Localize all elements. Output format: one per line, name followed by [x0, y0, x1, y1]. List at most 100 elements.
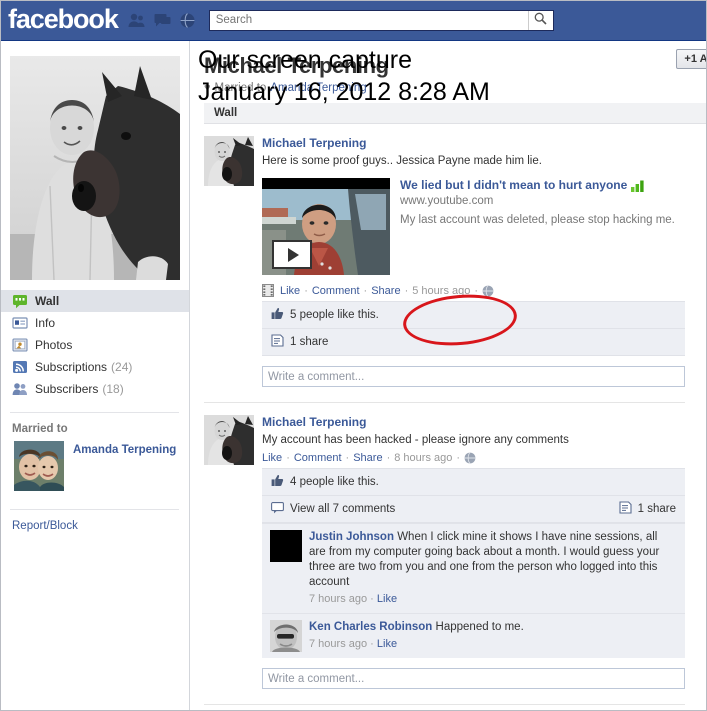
sidebar-item-label: Photos — [35, 338, 73, 352]
post-divider — [204, 704, 685, 705]
attachment-info: We lied but I didn't mean to hurt anyone — [400, 178, 685, 275]
post-meta-row: Like · Comment · Share · 5 hours ago · — [262, 284, 685, 301]
rss-icon — [13, 361, 27, 373]
comment-meta: 7 hours ago · Like — [309, 592, 677, 607]
search-button[interactable] — [527, 10, 553, 30]
sidebar-item-label: Info — [35, 316, 56, 330]
info-card-icon — [12, 317, 28, 329]
post-shares-text: 1 share — [637, 503, 676, 515]
attachment-title-text: We lied but I didn't mean to hurt anyone — [400, 178, 628, 192]
globe-privacy-icon[interactable] — [482, 284, 494, 297]
heart-icon: ♥ — [204, 82, 211, 94]
profile-photo[interactable] — [9, 56, 180, 280]
notifications-globe-icon[interactable] — [180, 12, 195, 28]
post-like-link[interactable]: Like — [280, 285, 300, 297]
top-nav-icon-group — [128, 12, 195, 28]
attachment-description: My last account was deleted, please stop… — [400, 214, 675, 226]
relationship-entry[interactable]: Amanda Terpening — [0, 441, 189, 491]
comment-input[interactable]: Write a comment... — [262, 366, 685, 387]
play-icon — [288, 247, 299, 262]
add-friend-button[interactable]: +1 Add — [676, 49, 707, 69]
post-likes-text: 5 people like this. — [290, 309, 379, 321]
sidebar-item-info[interactable]: Info — [0, 312, 189, 334]
post-comment-link[interactable]: Comment — [312, 285, 360, 297]
page-title: Michael Terpening — [204, 53, 389, 78]
post-author-avatar[interactable] — [204, 136, 254, 186]
friend-requests-icon[interactable] — [128, 13, 145, 28]
comment-like-link[interactable]: Like — [377, 638, 397, 650]
post-author-avatar[interactable] — [204, 415, 254, 465]
relationship-name[interactable]: Amanda Terpening — [73, 441, 176, 457]
attachment-title[interactable]: We lied but I didn't mean to hurt anyone — [400, 178, 685, 193]
left-sidebar: Wall Info Photos Subscriptions (24) Subs… — [0, 41, 190, 711]
comment-author-name[interactable]: Justin Johnson — [309, 531, 394, 543]
play-button[interactable] — [272, 240, 312, 269]
facebook-logo[interactable]: facebook — [8, 5, 119, 33]
messages-icon[interactable] — [154, 13, 171, 28]
sidebar-item-subscribers[interactable]: Subscribers (18) — [0, 378, 189, 400]
video-thumbnail[interactable] — [262, 178, 390, 275]
comment-meta: 7 hours ago · Like — [309, 637, 677, 652]
comment-item: Justin Johnson When I click mine it show… — [262, 523, 685, 613]
relationship-partner-link[interactable]: Amanda Terpening — [270, 82, 366, 94]
post-shares-group[interactable]: 1 share — [619, 501, 676, 517]
post-likes-bar[interactable]: 5 people like this. — [262, 301, 685, 329]
comment-input[interactable]: Write a comment... — [262, 668, 685, 689]
share-note-icon — [271, 334, 284, 350]
comment-like-link[interactable]: Like — [377, 593, 397, 605]
post-likes-bar[interactable]: 4 people like this. — [262, 468, 685, 496]
comment-body: Justin Johnson When I click mine it show… — [309, 530, 677, 607]
relationship-photo[interactable] — [14, 441, 64, 491]
attachment-source: www.youtube.com — [400, 195, 494, 207]
share-note-icon — [619, 501, 632, 517]
post-like-link[interactable]: Like — [262, 452, 282, 464]
sidebar-item-photos[interactable]: Photos — [0, 334, 189, 356]
post-author-name[interactable]: Michael Terpening — [262, 136, 685, 151]
search-box[interactable] — [208, 9, 554, 31]
thumbs-up-icon — [271, 307, 284, 323]
sidebar-item-subscriptions[interactable]: Subscriptions (24) — [0, 356, 189, 378]
post-timestamp[interactable]: 8 hours ago — [394, 452, 452, 464]
post-shares-bar[interactable]: 1 share — [262, 329, 685, 356]
comment-timestamp: 7 hours ago — [309, 638, 368, 650]
comment-author-avatar[interactable] — [270, 620, 302, 652]
comment-timestamp: 7 hours ago — [309, 593, 368, 605]
view-all-comments-link[interactable]: View all 7 comments — [290, 503, 395, 515]
post-stream: Michael Terpening Here is some proof guy… — [204, 124, 685, 705]
meta-separator: · — [404, 284, 409, 297]
sidebar-item-count: (24) — [111, 360, 133, 374]
comment-author-avatar[interactable] — [270, 530, 302, 562]
post-share-link[interactable]: Share — [371, 285, 400, 297]
post-author-name[interactable]: Michael Terpening — [262, 415, 685, 430]
main-content: Michael Terpening ♥ Married to Amanda Te… — [190, 41, 707, 711]
sidebar-item-wall[interactable]: Wall — [0, 290, 189, 312]
post-timestamp[interactable]: 5 hours ago — [412, 285, 470, 297]
photos-icon — [12, 338, 28, 352]
people-icon — [12, 383, 27, 395]
post-view-comments-bar[interactable]: View all 7 comments 1 share — [262, 496, 685, 523]
post-shares-text: 1 share — [290, 336, 329, 348]
post-share-link[interactable]: Share — [353, 452, 382, 464]
thumbs-up-icon — [271, 474, 284, 490]
post-content: Michael Terpening My account has been ha… — [262, 415, 685, 695]
video-film-icon — [262, 284, 274, 297]
sidebar-nav: Wall Info Photos Subscriptions (24) Subs… — [0, 290, 189, 400]
sidebar-item-count: (18) — [102, 382, 124, 396]
post-content: Michael Terpening Here is some proof guy… — [262, 136, 685, 393]
green-bars-icon — [631, 180, 645, 192]
search-input[interactable] — [209, 10, 528, 30]
post-comment-link[interactable]: Comment — [294, 452, 342, 464]
search-icon — [534, 12, 547, 28]
tab-wall[interactable]: Wall — [204, 107, 247, 119]
post-text: My account has been hacked - please igno… — [262, 434, 569, 446]
meta-separator: · — [456, 452, 461, 464]
relationship-prefix: Married to — [214, 82, 267, 94]
meta-separator: · — [304, 284, 308, 297]
comment-author-name[interactable]: Ken Charles Robinson — [309, 621, 432, 633]
post-attachment: We lied but I didn't mean to hurt anyone — [262, 178, 685, 275]
meta-separator: · — [370, 638, 374, 650]
globe-privacy-icon[interactable] — [464, 452, 476, 464]
comment-text: Happened to me. — [435, 621, 524, 633]
post-item: Michael Terpening My account has been ha… — [204, 403, 685, 695]
report-block-link[interactable]: Report/Block — [0, 520, 189, 532]
